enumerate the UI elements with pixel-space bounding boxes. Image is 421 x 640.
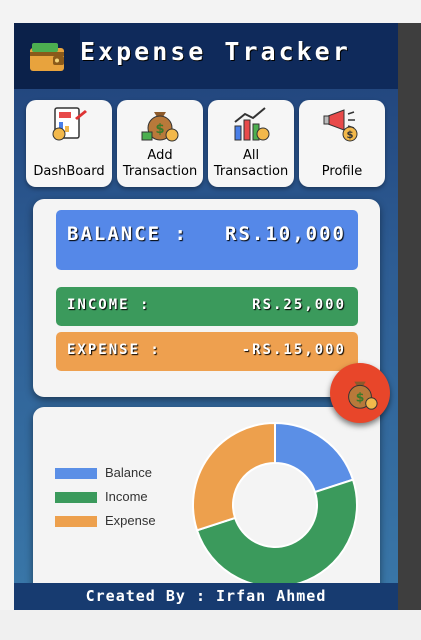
- dashboard-icon: [49, 104, 89, 148]
- chart-card: Balance Income Expense: [33, 407, 380, 610]
- add-transaction-fab[interactable]: $: [330, 363, 390, 423]
- right-gutter: [398, 23, 421, 610]
- legend-swatch-expense: [55, 516, 97, 527]
- legend-swatch-income: [55, 492, 97, 503]
- nav-add-transaction-button[interactable]: $ Add Transaction: [117, 100, 203, 187]
- nav-profile-label: Profile: [321, 164, 363, 179]
- svg-text:$: $: [155, 122, 164, 137]
- balance-label: BALANCE :: [67, 223, 188, 245]
- donut-chart: [192, 421, 358, 588]
- nav-all-transaction-label: All Transaction: [213, 148, 289, 179]
- money-bag-icon: $: [140, 104, 180, 148]
- app-title: Expense Tracker: [80, 37, 351, 66]
- wallet-icon: [14, 23, 80, 89]
- nav-add-transaction-label: Add Transaction: [122, 148, 198, 179]
- legend-swatch-balance: [55, 468, 97, 479]
- money-bag-icon: $: [348, 381, 378, 410]
- expense-value: -RS.15,000: [241, 342, 346, 358]
- nav-dashboard-button[interactable]: DashBoard: [26, 100, 112, 187]
- summary-card: BALANCE : RS.10,000 INCOME : RS.25,000 E…: [33, 199, 380, 397]
- expense-panel: EXPENSE : -RS.15,000: [56, 332, 358, 371]
- app-footer: Created By : Irfan Ahmed: [14, 583, 398, 610]
- bar-chart-icon: [231, 104, 271, 148]
- balance-panel: BALANCE : RS.10,000: [56, 210, 358, 270]
- nav-all-transaction-button[interactable]: All Transaction: [208, 100, 294, 187]
- income-panel: INCOME : RS.25,000: [56, 287, 358, 326]
- donut-slice-balance: [274, 421, 355, 494]
- bottom-band: [0, 610, 421, 640]
- svg-text:$: $: [347, 130, 354, 141]
- legend-label-income: Income: [105, 489, 148, 504]
- nav-bar: DashBoard $ Add Transaction All Transact…: [26, 100, 386, 187]
- app-frame: Expense Tracker DashBoard $ Add Transact…: [14, 23, 398, 610]
- donut-slice-expense: [192, 421, 276, 532]
- income-value: RS.25,000: [252, 297, 346, 313]
- nav-dashboard-label: DashBoard: [33, 164, 105, 179]
- app-header: Expense Tracker: [14, 23, 398, 89]
- legend-label-balance: Balance: [105, 465, 152, 480]
- balance-value: RS.10,000: [225, 223, 346, 245]
- income-label: INCOME :: [67, 297, 151, 313]
- legend-label-expense: Expense: [105, 513, 156, 528]
- megaphone-icon: $: [322, 104, 362, 148]
- nav-profile-button[interactable]: $ Profile: [299, 100, 385, 187]
- expense-label: EXPENSE :: [67, 342, 161, 358]
- svg-text:$: $: [356, 391, 365, 405]
